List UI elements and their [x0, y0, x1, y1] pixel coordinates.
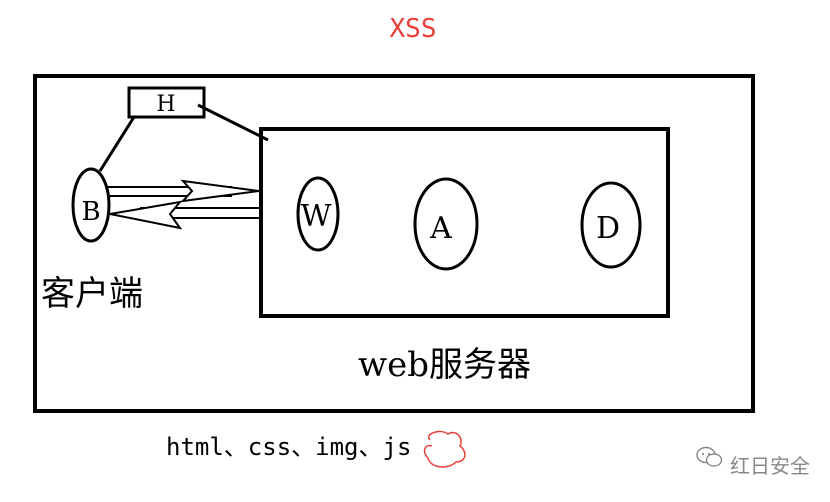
server-node-d-label: D	[596, 211, 620, 246]
hacker-to-client-line	[98, 116, 136, 172]
hacker-to-server-line	[197, 103, 269, 142]
client-node-label: B	[81, 197, 100, 227]
resources-line: html、css、img、js	[166, 433, 411, 461]
web-server-label: web服务器	[358, 345, 531, 385]
resources-prefix: html、css、img、	[166, 433, 383, 461]
js-scribble	[423, 430, 466, 468]
wechat-icon	[696, 446, 723, 467]
hacker-node-label: H	[156, 92, 175, 117]
client-label: 客户端	[41, 274, 143, 314]
resources-js: js	[383, 433, 412, 461]
watermark-text: 红日安全	[730, 454, 810, 478]
request-arrow	[108, 179, 260, 203]
response-arrow	[109, 200, 260, 230]
watermark: 红日安全	[696, 446, 810, 478]
server-node-a-label: A	[429, 211, 452, 246]
server-node-w-label: W	[301, 199, 332, 234]
xss-diagram: XSS H B 客户端 W A D web服务器 html、css、img、js	[33, 14, 810, 478]
diagram-title: XSS	[390, 14, 437, 44]
